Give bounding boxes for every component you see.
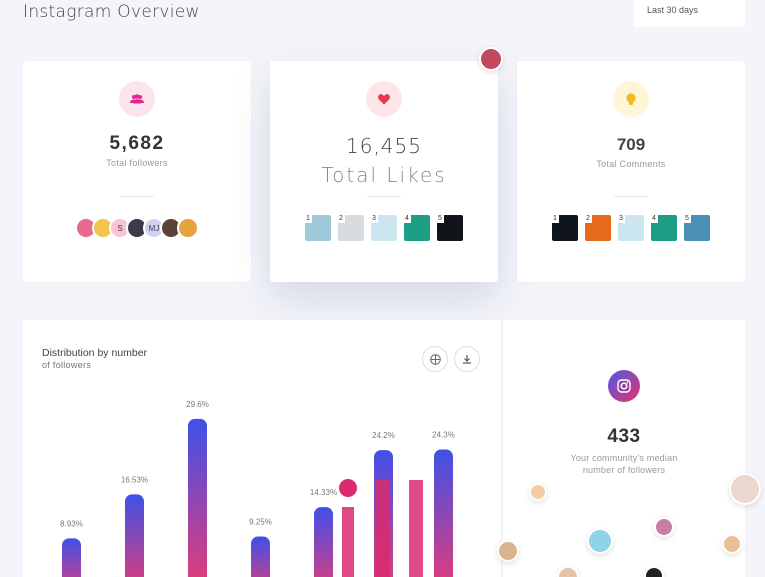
- post-rank: 4: [403, 214, 411, 223]
- comments-card: 709 Total Comments 1 2 3 4 5: [517, 61, 745, 282]
- post-thumbnail[interactable]: 2: [584, 214, 611, 241]
- chart-bar[interactable]: [314, 507, 333, 577]
- post-thumbnail[interactable]: 1: [551, 214, 578, 241]
- hover-overlay-bar: [342, 507, 354, 577]
- median-card: 433 Your community's median number of fo…: [503, 320, 745, 577]
- follower-avatar[interactable]: [177, 217, 199, 239]
- community-avatar[interactable]: [497, 540, 519, 562]
- median-label-line2: number of followers: [582, 465, 666, 475]
- period-label: Last 30 days: [647, 5, 699, 15]
- post-thumbnail[interactable]: 5: [683, 214, 710, 241]
- community-avatar[interactable]: [587, 528, 613, 554]
- bar-value-label: 29.6%: [186, 400, 209, 409]
- bar-value-label: 16.53%: [121, 475, 148, 484]
- likes-card: 16,455 Total Likes 1 2 3 4 5: [270, 61, 498, 282]
- community-avatar[interactable]: [654, 517, 674, 537]
- bar-value-label: 24.2%: [372, 431, 395, 440]
- median-value: 433: [607, 426, 641, 447]
- user-avatar[interactable]: [479, 47, 503, 71]
- comments-label: Total Comments: [596, 159, 666, 169]
- followers-value: 5,682: [109, 133, 165, 154]
- distribution-card: Distribution by number of followers 8.93…: [23, 320, 501, 577]
- heart-icon: [366, 81, 402, 117]
- post-thumbnail[interactable]: 4: [650, 214, 677, 241]
- post-rank: 1: [551, 214, 559, 223]
- post-rank: 5: [436, 214, 444, 223]
- post-thumbnail[interactable]: 2: [337, 214, 364, 241]
- chart-bar[interactable]: [434, 449, 453, 577]
- post-thumbnail[interactable]: 3: [370, 214, 397, 241]
- post-rank: 4: [650, 214, 658, 223]
- divider: [120, 196, 154, 197]
- hover-overlay-bar: [409, 480, 423, 577]
- bar-value-label: 24.3%: [432, 431, 455, 440]
- top-liked-posts: 1 2 3 4 5: [270, 214, 498, 241]
- post-thumbnail[interactable]: 4: [403, 214, 430, 241]
- follower-avatars: S MJ: [23, 217, 251, 239]
- post-thumbnail[interactable]: 1: [304, 214, 331, 241]
- chart-bar[interactable]: [125, 494, 144, 577]
- comments-value: 709: [616, 135, 646, 154]
- followers-card: 5,682 Total followers S MJ: [23, 61, 251, 282]
- post-rank: 1: [304, 214, 312, 223]
- likes-label: Total Likes: [321, 163, 447, 187]
- chart-bar[interactable]: [62, 538, 81, 577]
- page-title: Instagram Overview: [23, 2, 200, 22]
- hover-marker: [339, 479, 357, 497]
- post-rank: 3: [370, 214, 378, 223]
- bar-value-label: 8.93%: [60, 519, 83, 528]
- community-avatar[interactable]: [722, 534, 742, 554]
- median-label-line1: Your community's median: [570, 453, 678, 463]
- post-rank: 2: [337, 214, 345, 223]
- chart-bar[interactable]: [251, 536, 270, 577]
- followers-label: Total followers: [106, 158, 168, 168]
- bar-value-label: 14.33%: [310, 488, 337, 497]
- community-avatar[interactable]: [529, 483, 547, 501]
- distribution-chart: 8.93% 16.53% 29.6% 9.25% 14.33% 24.2% 24.3%: [60, 400, 455, 577]
- divider: [367, 196, 401, 197]
- bar-value-label: 9.25%: [249, 518, 272, 527]
- period-selector[interactable]: Last 30 days: [634, 0, 745, 27]
- divider: [614, 196, 648, 197]
- post-rank: 2: [584, 214, 592, 223]
- community-avatar[interactable]: [729, 473, 761, 505]
- post-rank: 3: [617, 214, 625, 223]
- top-commented-posts: 1 2 3 4 5: [517, 214, 745, 241]
- post-thumbnail[interactable]: 5: [436, 214, 463, 241]
- people-icon: [119, 81, 155, 117]
- likes-value: 16,455: [346, 134, 422, 158]
- chart-bar[interactable]: [188, 418, 207, 577]
- lightbulb-icon: [613, 81, 649, 117]
- hover-overlay-bar: [375, 480, 390, 577]
- instagram-icon: [608, 370, 640, 402]
- post-rank: 5: [683, 214, 691, 223]
- post-thumbnail[interactable]: 3: [617, 214, 644, 241]
